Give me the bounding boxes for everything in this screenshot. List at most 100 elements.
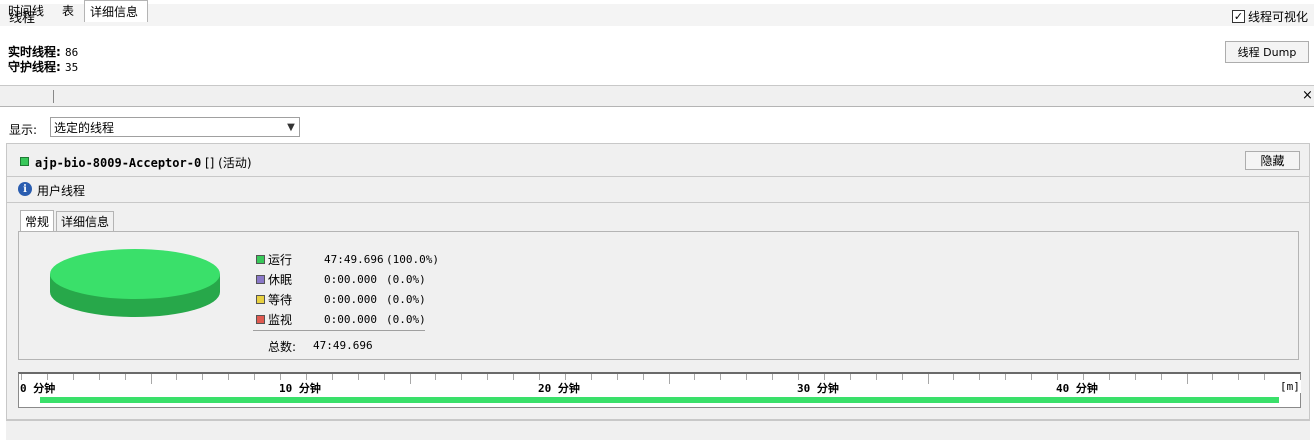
legend-state-time: 0:00.000 xyxy=(324,313,377,326)
timeline-tick xyxy=(875,374,877,380)
timeline-tick xyxy=(513,374,515,380)
legend-row: 等待 0:00.000 (0.0%) xyxy=(256,291,426,308)
timeline-label: 40 分钟 xyxy=(1055,380,1099,396)
daemon-threads-label: 守护线程: xyxy=(8,60,61,74)
legend-state-percent: (100.0%) xyxy=(386,253,439,266)
timeline-tick xyxy=(590,374,592,380)
legend-state-percent: (0.0%) xyxy=(386,273,426,286)
thread-state-icon xyxy=(20,157,29,166)
timeline-tick xyxy=(668,374,670,384)
timeline-tick xyxy=(1186,374,1188,384)
timeline-label: 20 分钟 xyxy=(537,380,581,396)
legend-state-percent: (0.0%) xyxy=(386,293,426,306)
legend-state-name: 休眠 xyxy=(268,273,293,287)
timeline-tick xyxy=(1005,374,1007,380)
legend-state-time: 0:00.000 xyxy=(324,273,377,286)
timeline-tick xyxy=(953,374,955,380)
legend-swatch xyxy=(256,255,265,264)
chevron-down-icon: ▼ xyxy=(287,121,295,133)
timeline-tick xyxy=(409,374,411,384)
legend-swatch xyxy=(256,315,265,324)
timeline-unit: [m] xyxy=(1279,380,1301,393)
timeline-tick xyxy=(1108,374,1110,380)
timeline-tick xyxy=(1212,374,1214,380)
daemon-threads-value: 35 xyxy=(65,61,79,74)
tab-general[interactable]: 常规 xyxy=(20,210,55,231)
timeline-tick xyxy=(150,374,152,384)
view-tabs xyxy=(0,86,1314,107)
tab-table[interactable]: 表 xyxy=(57,0,79,21)
legend-row: 运行 47:49.696 (100.0%) xyxy=(256,251,439,268)
timeline-tick xyxy=(1264,374,1266,380)
timeline-tick xyxy=(720,374,722,380)
legend-state-percent: (0.0%) xyxy=(386,313,426,326)
visualize-checkbox[interactable]: ✓ xyxy=(1232,10,1245,23)
timeline-tick xyxy=(72,374,74,380)
visualize-toggle[interactable]: ✓ 线程可视化 xyxy=(1232,8,1308,25)
timeline-label: 0 分钟 xyxy=(19,380,57,396)
legend-state-time: 47:49.696 xyxy=(324,253,384,266)
show-filter-select[interactable]: 选定的线程 ▼ xyxy=(50,117,300,137)
timeline-tick xyxy=(461,374,463,380)
timeline-tick xyxy=(1160,374,1162,380)
timeline-tick xyxy=(1031,374,1033,380)
timeline-tick xyxy=(1134,374,1136,380)
show-filter-label: 显示: xyxy=(9,123,38,137)
threads-title-bar xyxy=(0,4,1314,26)
timeline-tick xyxy=(383,374,385,380)
timeline-tick xyxy=(98,374,100,380)
timeline-tick xyxy=(124,374,126,380)
close-icon[interactable]: × xyxy=(1302,88,1313,103)
total-label: 总数: xyxy=(268,340,297,354)
timeline-tick xyxy=(176,374,178,380)
legend-divider xyxy=(253,330,425,331)
bottom-strip xyxy=(6,420,1310,440)
pie-slice-running xyxy=(50,249,220,299)
thread-type-label: 用户线程 xyxy=(37,184,86,198)
legend-row: 休眠 0:00.000 (0.0%) xyxy=(256,271,426,288)
thread-title: ajp-bio-8009-Acceptor-0 [] (活动) xyxy=(35,154,252,171)
live-threads-label: 实时线程: xyxy=(8,45,61,59)
daemon-threads-stat: 守护线程: 35 xyxy=(8,58,78,75)
timeline-tick xyxy=(202,374,204,380)
tab-divider xyxy=(53,90,54,103)
timeline-tick xyxy=(927,374,929,384)
timeline-tick xyxy=(746,374,748,380)
timeline-tick xyxy=(487,374,489,380)
legend-row: 监视 0:00.000 (0.0%) xyxy=(256,311,426,328)
legend-swatch xyxy=(256,275,265,284)
thread-dump-button[interactable]: 线程 Dump xyxy=(1225,41,1309,63)
timeline-tick xyxy=(228,374,230,380)
timeline-tick xyxy=(772,374,774,380)
show-filter-value: 选定的线程 xyxy=(54,120,115,135)
timeline-tick xyxy=(901,374,903,380)
legend-state-time: 0:00.000 xyxy=(324,293,377,306)
timeline-tick xyxy=(435,374,437,380)
timeline-tick xyxy=(849,374,851,380)
legend-state-name: 监视 xyxy=(268,313,293,327)
timeline-tick xyxy=(694,374,696,380)
timeline-label: 10 分钟 xyxy=(278,380,322,396)
legend-state-name: 等待 xyxy=(268,293,293,307)
timeline-tick xyxy=(642,374,644,380)
legend-state-name: 运行 xyxy=(268,253,293,267)
timeline-tick xyxy=(254,374,256,380)
state-pie-chart xyxy=(50,249,220,317)
info-icon: i xyxy=(18,182,32,196)
visualize-label: 线程可视化 xyxy=(1248,10,1309,24)
hide-button[interactable]: 隐藏 xyxy=(1245,151,1300,170)
timeline-tick xyxy=(331,374,333,380)
divider xyxy=(7,202,1309,203)
tab-details[interactable]: 详细信息 xyxy=(84,0,148,22)
timeline-tick xyxy=(357,374,359,380)
timeline-running-bar xyxy=(40,397,1279,403)
timeline-tick xyxy=(1238,374,1240,380)
tab-timeline[interactable]: 时间线 xyxy=(3,0,49,21)
timeline-tick xyxy=(979,374,981,380)
thread-name: ajp-bio-8009-Acceptor-0 xyxy=(35,156,202,170)
legend-swatch xyxy=(256,295,265,304)
timeline-label: 30 分钟 xyxy=(796,380,840,396)
thread-status: [] (活动) xyxy=(205,156,252,170)
timeline-tick xyxy=(616,374,618,380)
tab-thread-details[interactable]: 详细信息 xyxy=(56,211,115,231)
